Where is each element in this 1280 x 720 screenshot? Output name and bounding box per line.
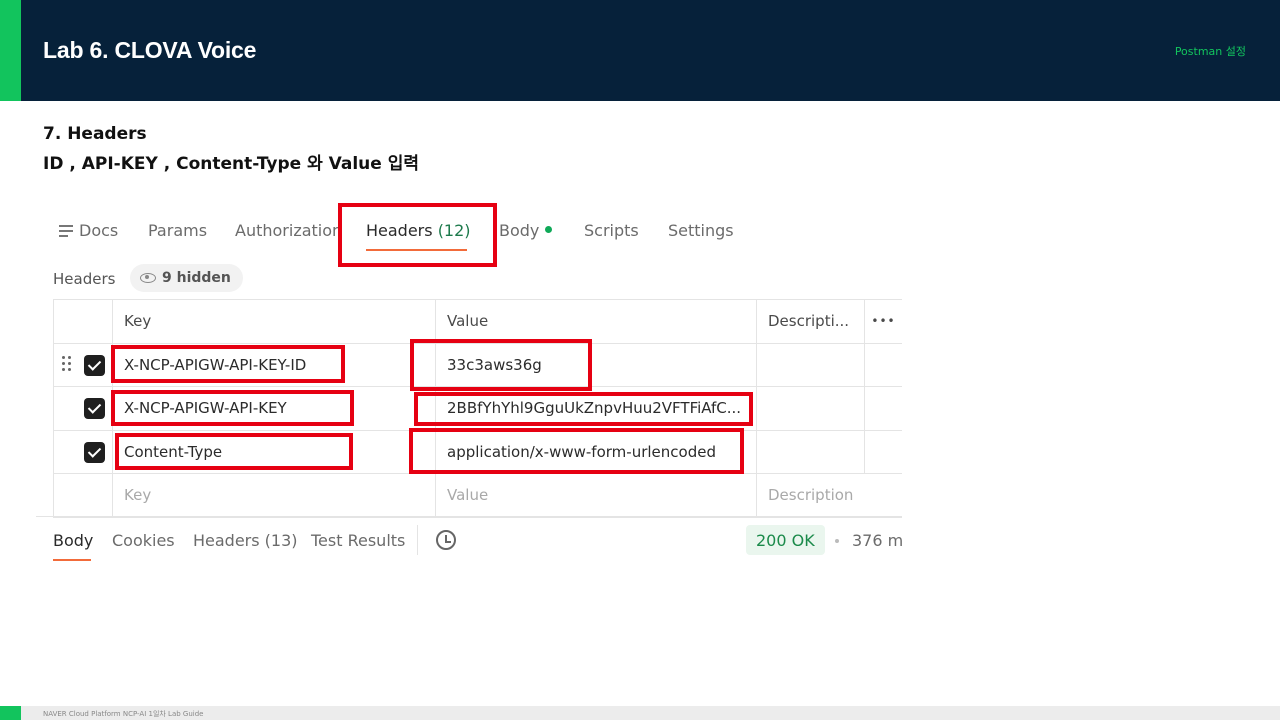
new-value-input[interactable]: Value [435,474,756,517]
new-key-input[interactable]: Key [112,474,435,517]
highlight-headers-tab [338,203,497,267]
slide-accent-bar [0,0,21,101]
history-icon[interactable] [436,530,456,550]
response-tab-test-results[interactable]: Test Results [311,531,405,550]
response-active-underline [53,559,91,561]
column-header-key: Key [112,300,435,343]
hidden-headers-toggle[interactable]: 9 hidden [130,264,243,292]
drag-handle-icon[interactable] [62,355,72,374]
more-options-icon[interactable]: ••• [864,300,902,343]
row-enabled-checkbox[interactable] [84,441,105,463]
column-header-value: Value [435,300,756,343]
table-header-row: Key Value Descripti... ••• [53,300,902,344]
highlight-key-1 [111,345,345,383]
row-enabled-checkbox[interactable] [84,354,105,376]
row-check-cell [53,387,112,430]
highlight-key-2 [111,390,354,426]
response-tab-cookies[interactable]: Cookies [112,531,175,550]
eye-icon [140,273,156,283]
slide-title: Lab 6. CLOVA Voice [43,37,257,63]
headers-section-label: Headers [53,270,116,288]
tab-body-label: Body [499,221,540,240]
postman-request-panel: Docs Params Authorization Headers (12) B… [36,200,902,570]
tab-docs[interactable]: Docs [79,221,118,240]
response-divider [417,525,418,555]
hidden-headers-count: 9 hidden [162,270,231,286]
footer-accent [0,706,21,720]
header-check-column [53,300,112,343]
tab-body[interactable]: Body [499,221,553,240]
row-spacer-cell [864,343,902,386]
response-tab-headers[interactable]: Headers (13) [193,531,298,550]
tab-authorization[interactable]: Authorization [235,221,342,240]
response-tab-body[interactable]: Body [53,531,93,550]
separator-dot [835,539,839,543]
tab-scripts[interactable]: Scripts [584,221,639,240]
tab-settings[interactable]: Settings [668,221,734,240]
response-time: 376 m [852,531,902,550]
column-header-description: Descripti... [756,300,864,343]
slide-section-label: Postman 설정 [1174,45,1246,58]
response-bar: Body Cookies Headers (13) Test Results 2… [36,516,902,566]
row-check-cell [53,430,112,473]
header-description-cell[interactable] [756,430,864,473]
row-spacer-cell [864,387,902,430]
highlight-value-2 [414,392,753,426]
tab-params[interactable]: Params [148,221,207,240]
footer-text: NAVER Cloud Platform NCP-AI 1일차 Lab Guid… [43,710,204,718]
row-check-cell [53,474,112,517]
row-check-cell [53,343,112,386]
row-enabled-checkbox[interactable] [84,398,105,419]
status-badge: 200 OK [746,525,825,555]
table-row-new: Key Value Description [53,474,902,518]
header-description-cell[interactable] [756,343,864,386]
highlight-value-3 [409,428,744,474]
row-spacer-cell [864,430,902,473]
step-description: ID , API-KEY , Content-Type 와 Value 입력 [43,154,420,174]
header-description-cell[interactable] [756,387,864,430]
highlight-value-1 [410,339,592,391]
step-title: 7. Headers [43,124,147,144]
new-description-input[interactable]: Description [756,474,902,517]
body-modified-dot-icon [545,226,553,233]
docs-icon [59,225,73,237]
highlight-key-3 [115,433,353,470]
